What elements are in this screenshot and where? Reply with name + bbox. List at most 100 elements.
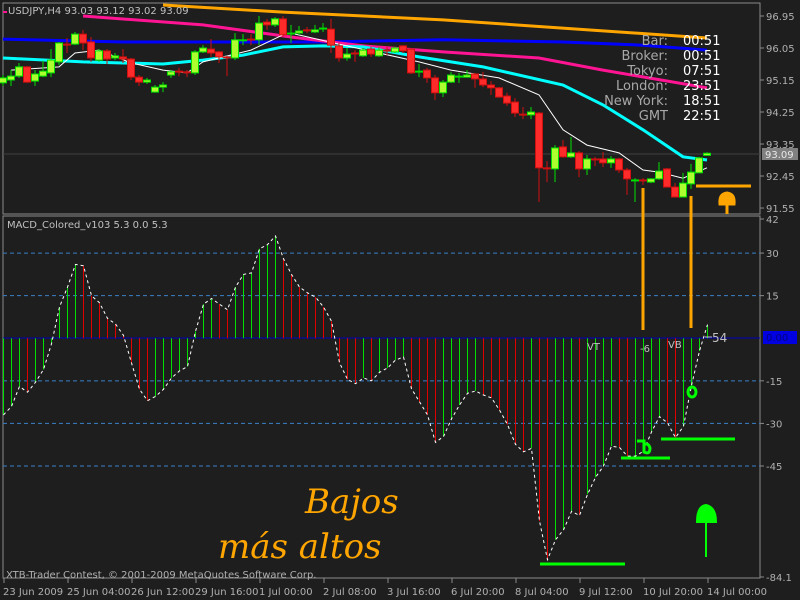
time-tick-label: 9 Jul 12:00 [579,587,633,598]
candle-body [231,39,239,59]
candle-body [687,171,695,185]
candle [663,167,671,188]
vt-marker: VT [587,342,601,353]
candle-body [239,39,247,42]
price-tick-label: 96.05 [766,44,795,55]
candle-body [407,48,415,74]
time-tick-label: 2 Jul 08:00 [323,587,377,598]
candle-body [383,49,391,52]
chart-canvas[interactable]: 96.9596.0595.1594.2593.3592.4591.55 4230… [0,0,800,600]
macd-tick-label: -30 [766,419,782,430]
candle-body [559,146,567,158]
candle-body [287,32,295,35]
candle-body [415,70,423,73]
candle-body [175,70,183,73]
candle-body [335,45,343,59]
macd-tick-label: 42 [766,215,779,226]
candle-body [367,48,375,55]
candle-body [223,56,231,59]
candle-body [671,186,679,198]
candle-body [431,77,439,94]
candle-body [359,49,367,57]
candle-body [95,50,103,61]
candle-body [143,79,151,83]
high-price: 93.12 [96,6,125,17]
candle [391,46,399,53]
last-value-marker: 54 [712,331,727,345]
time-tick-label: 23 Jun 2009 [3,587,63,598]
open-price: 93.03 [64,6,93,17]
candle-body [111,55,119,59]
candle-body [271,18,279,26]
candle-body [511,101,519,114]
time-tick-label: 26 Jun 12:00 [131,587,195,598]
candle-body [279,18,287,36]
candle [695,156,703,174]
candle-body [0,77,7,84]
candle-body [503,95,511,104]
candle-body [647,178,655,183]
chart-header: USDJPY,H4 93.03 93.12 93.02 93.09 [8,6,189,17]
low-price: 93.02 [128,6,157,17]
minus6-marker: -6 [640,344,650,355]
candle-body [343,53,351,59]
price-tick-label: 95.15 [766,76,795,87]
close-price: 93.09 [160,6,189,17]
candle-body [423,69,431,79]
candle [279,16,287,37]
candle-body [71,33,79,45]
candle [191,50,199,76]
time-tick-label: 14 Jul 00:00 [707,587,767,598]
macd-tick-label: 30 [766,249,779,260]
candle-body [87,41,95,59]
candle-body [543,167,551,170]
candle-body [79,33,87,44]
candle-body [391,47,399,53]
macd-current-label: 0.00 [766,333,788,344]
candle-body [535,112,543,169]
candle [55,41,63,66]
macd-tick-label: -45 [766,462,782,473]
candle-body [471,73,479,80]
indicator-title: MACD_Colored_v103 5.3 0.0 5.3 [7,220,168,231]
candle-body [439,81,447,94]
candle-body [191,51,199,74]
candle-body [31,73,39,82]
candle-body [15,66,23,77]
macd-tick-label: 15 [766,292,779,303]
candle-body [63,43,71,46]
candle-body [583,158,591,170]
candle-body [7,75,15,81]
candle-body [615,158,623,171]
candle-body [631,179,639,182]
candle-body [199,47,207,53]
candle-body [703,152,711,156]
candle-body [159,84,167,88]
clock-value: 00:51 [683,49,720,64]
candle [23,66,31,83]
clock-label: New York: [604,94,668,109]
candle-body [39,70,47,77]
candle-body [47,59,55,74]
vb-marker: VB [668,340,682,351]
clock-label: Broker: [622,49,669,64]
candle-body [663,168,671,188]
candle-body [399,45,407,52]
copyright: XTB-Trader Contest, © 2001-2009 MetaQuot… [6,570,316,581]
candle-body [351,52,359,55]
candle-body [655,170,663,180]
price-tick-label: 94.25 [766,108,795,119]
candle-body [55,42,63,63]
candle-body [447,74,455,83]
candle-body [295,30,303,34]
macd-tick-label: -84.1 [766,573,792,584]
candle-body [167,71,175,76]
clock-label: London: [616,79,668,94]
time-tick-label: 29 Jun 16:00 [195,587,259,598]
candle-body [311,29,319,33]
candle-body [263,21,271,26]
clock-label: Tokyo: [626,64,668,79]
annotation-text: más altos [218,527,382,567]
candle-body [599,158,607,164]
price-tick-label: 92.45 [766,172,795,183]
